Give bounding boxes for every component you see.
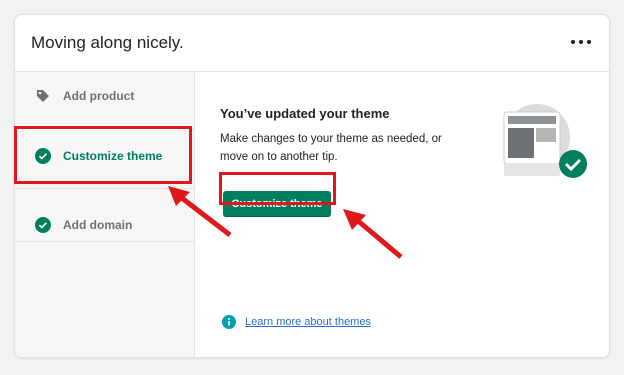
tip-content: You’ve updated your theme Make changes t… <box>195 72 609 357</box>
tag-icon <box>37 90 49 102</box>
tips-sidebar: Add product Customize theme Add domain <box>15 72 195 357</box>
more-options-button[interactable] <box>571 35 591 49</box>
sidebar-divider <box>15 188 194 189</box>
sidebar-item-add-product[interactable]: Add product <box>15 72 194 120</box>
customize-theme-button[interactable]: Customize theme <box>223 191 331 217</box>
sidebar-item-label: Add product <box>63 89 135 103</box>
card-header: Moving along nicely. <box>15 15 609 72</box>
theme-complete-illustration <box>503 104 587 178</box>
check-circle-icon <box>35 148 51 164</box>
onboarding-card: Moving along nicely. Add product Customi… <box>14 14 610 358</box>
sidebar-divider <box>15 128 194 129</box>
more-dot <box>579 40 583 44</box>
more-dot <box>587 40 591 44</box>
learn-more-label: Learn more about themes <box>245 316 371 328</box>
learn-more-themes-link[interactable]: Learn more about themes <box>222 315 371 329</box>
sidebar-divider <box>15 241 194 242</box>
tip-description: Make changes to your theme as needed, or… <box>220 133 442 163</box>
tip-title: You’ve updated your theme <box>220 106 390 121</box>
sidebar-item-label: Customize theme <box>63 149 163 163</box>
card-title: Moving along nicely. <box>31 33 184 52</box>
sidebar-item-customize-theme[interactable]: Customize theme <box>15 132 194 180</box>
more-dot <box>571 40 575 44</box>
info-icon <box>222 315 236 329</box>
sidebar-item-label: Add domain <box>63 218 133 232</box>
check-circle-icon <box>35 217 51 233</box>
